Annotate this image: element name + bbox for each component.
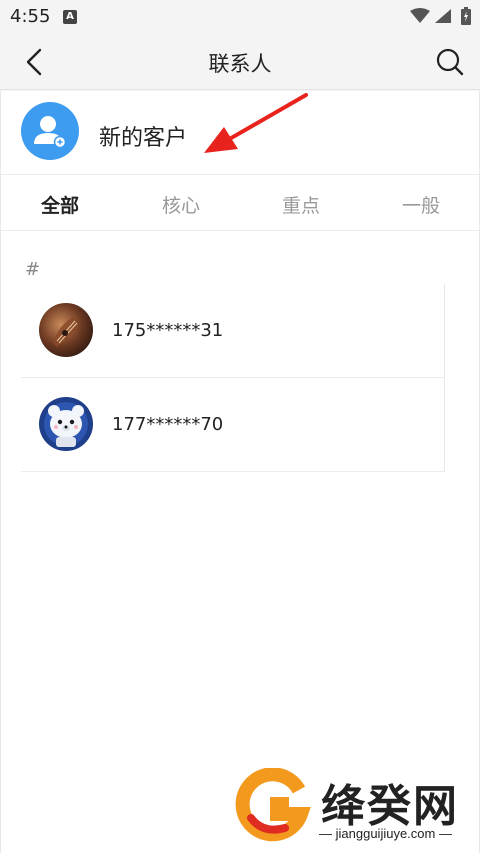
polar-bear-cartoon-avatar-icon (39, 397, 93, 451)
watermark-url-text: jiangguijiuye.com (335, 826, 436, 841)
status-time: 4:55 (10, 6, 51, 27)
contact-avatar (39, 303, 93, 357)
signal-icon (435, 9, 451, 23)
new-customer-avatar (21, 102, 79, 160)
tab-key[interactable]: 重点 (282, 191, 320, 218)
contact-list-item[interactable]: 175******31 (21, 284, 445, 378)
contacts-page: 新的客户 全部 核心 重点 一般 # 175******31 177******… (0, 91, 480, 853)
search-icon (436, 48, 464, 76)
tab-general[interactable]: 一般 (402, 191, 440, 218)
watermark-url: — jiangguijiuye.com — (319, 826, 452, 841)
violin-photo-avatar-icon (39, 303, 93, 357)
add-user-icon (34, 116, 67, 149)
watermark-brand: 绛癸网 (321, 781, 459, 832)
contact-avatar (39, 397, 93, 451)
filter-tabs: 全部 核心 重点 一般 (1, 175, 479, 231)
notification-badge: A (63, 10, 77, 24)
new-customer-label: 新的客户 (99, 126, 188, 151)
site-watermark: 绛癸网 — jiangguijiuye.com — (233, 768, 473, 848)
search-button[interactable] (434, 46, 466, 78)
contact-list-item[interactable]: 177******70 (21, 378, 445, 472)
brand-logo-icon (235, 768, 311, 842)
battery-icon (461, 7, 471, 25)
page-title: 联系人 (208, 52, 272, 76)
new-customer-entry[interactable]: 新的客户 (1, 91, 479, 175)
status-bar: 4:55 A (0, 0, 480, 34)
wifi-icon (410, 8, 430, 23)
section-index-letter: # (25, 259, 41, 280)
contact-name: 175******31 (112, 320, 224, 341)
tab-core[interactable]: 核心 (162, 191, 200, 218)
tab-all[interactable]: 全部 (41, 191, 79, 218)
contact-name: 177******70 (112, 414, 224, 435)
top-navbar: 联系人 (0, 34, 480, 90)
